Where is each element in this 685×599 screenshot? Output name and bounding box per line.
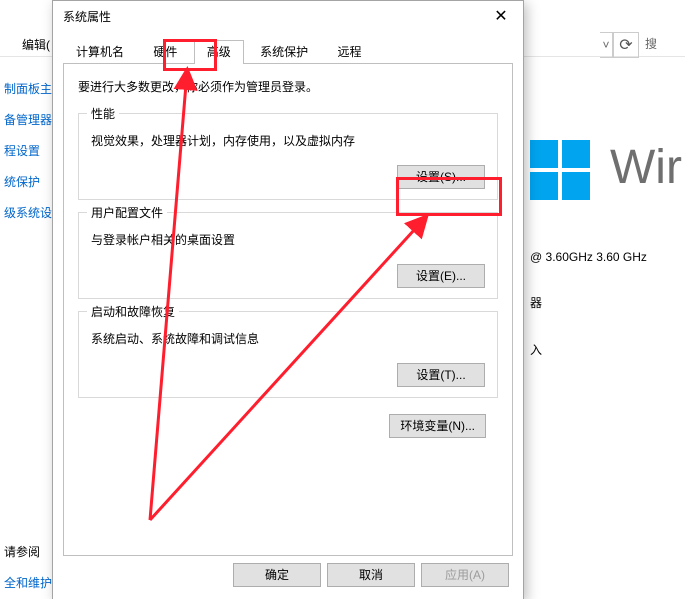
apply-button[interactable]: 应用(A) [421, 563, 509, 587]
search-input[interactable]: 搜 [639, 32, 685, 56]
group-performance: 性能 视觉效果，处理器计划，内存使用，以及虚拟内存 设置(S)... [78, 113, 498, 200]
group-performance-desc: 视觉效果，处理器计划，内存使用，以及虚拟内存 [91, 132, 485, 149]
tab-remote[interactable]: 远程 [324, 40, 374, 64]
tab-strip: 计算机名 硬件 高级 系统保护 远程 [63, 39, 513, 64]
admin-note: 要进行大多数更改，你必须作为管理员登录。 [78, 78, 498, 95]
environment-variables-button[interactable]: 环境变量(N)... [389, 414, 486, 438]
see-also-label: 请参阅 [4, 543, 52, 560]
dialog-buttons: 确定 取消 应用(A) [233, 563, 509, 587]
tab-body-advanced: 要进行大多数更改，你必须作为管理员登录。 性能 视觉效果，处理器计划，内存使用，… [63, 64, 513, 556]
see-also: 请参阅 全和维护 [4, 543, 52, 591]
startup-recovery-settings-button[interactable]: 设置(T)... [397, 363, 485, 387]
cancel-button[interactable]: 取消 [327, 563, 415, 587]
system-properties-dialog: 系统属性 ✕ 计算机名 硬件 高级 系统保护 远程 要进行大多数更改，你必须作为… [52, 0, 524, 599]
tab-system-protection[interactable]: 系统保护 [247, 40, 321, 64]
tab-hardware[interactable]: 硬件 [140, 40, 190, 64]
group-performance-title: 性能 [87, 105, 119, 122]
group-user-profiles-title: 用户配置文件 [87, 204, 167, 221]
tab-advanced[interactable]: 高级 [194, 40, 244, 64]
dropdown-caret[interactable]: ˅ [600, 32, 613, 58]
windows-wordmark: Wir [610, 140, 682, 195]
spec-processor-label: 器 [530, 294, 647, 311]
dialog-title: 系统属性 [63, 8, 479, 25]
refresh-button[interactable]: ⟳ [613, 32, 639, 58]
group-user-profiles-desc: 与登录帐户相关的桌面设置 [91, 231, 485, 248]
windows-logo-icon [530, 140, 594, 204]
group-startup-recovery: 启动和故障恢复 系统启动、系统故障和调试信息 设置(T)... [78, 311, 498, 398]
system-specs: @ 3.60GHz 3.60 GHz 器 入 [530, 250, 647, 388]
group-user-profiles: 用户配置文件 与登录帐户相关的桌面设置 设置(E)... [78, 212, 498, 299]
env-row: 环境变量(N)... [78, 414, 498, 438]
edit-menu[interactable]: 编辑( [22, 36, 50, 53]
see-also-security[interactable]: 全和维护 [4, 574, 52, 591]
ok-button[interactable]: 确定 [233, 563, 321, 587]
tab-computer-name[interactable]: 计算机名 [63, 40, 137, 64]
spec-input-label: 入 [530, 341, 647, 358]
user-profiles-settings-button[interactable]: 设置(E)... [397, 264, 485, 288]
group-startup-recovery-title: 启动和故障恢复 [87, 303, 179, 320]
close-button[interactable]: ✕ [479, 1, 523, 31]
spec-cpu: @ 3.60GHz 3.60 GHz [530, 250, 647, 264]
performance-settings-button[interactable]: 设置(S)... [397, 165, 485, 189]
titlebar: 系统属性 ✕ [53, 1, 523, 31]
group-startup-recovery-desc: 系统启动、系统故障和调试信息 [91, 330, 485, 347]
